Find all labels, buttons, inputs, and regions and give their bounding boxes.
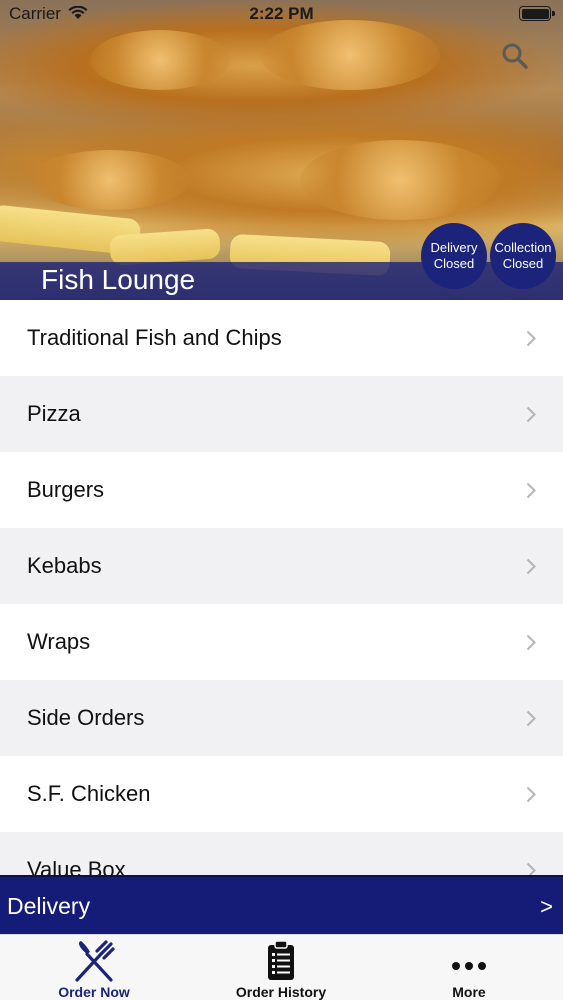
tab-order-now-label: Order Now [58, 984, 130, 1000]
delivery-status-badge: Delivery Closed [421, 223, 487, 289]
category-label: Pizza [27, 401, 81, 426]
chevron-right-icon [526, 786, 536, 803]
fork-knife-icon [75, 940, 115, 982]
restaurant-name: Fish Lounge [41, 264, 196, 295]
collection-status-badge: Collection Closed [490, 223, 556, 289]
search-icon[interactable] [501, 42, 529, 70]
tab-more[interactable]: More [375, 935, 563, 1000]
tab-order-now[interactable]: Order Now [0, 935, 188, 1000]
category-label: Wraps [27, 629, 91, 654]
delivery-mode-label: Delivery [7, 893, 91, 919]
delivery-mode-bar[interactable]: Delivery > [0, 875, 563, 934]
clock-time: 2:22 PM [249, 4, 314, 23]
tab-bar: Order Now Order History More [0, 934, 563, 1000]
category-row-traditional-fish-and-chips[interactable]: Traditional Fish and Chips [0, 300, 563, 376]
category-label: Side Orders [27, 705, 145, 730]
category-row-burgers[interactable]: Burgers [0, 452, 563, 528]
chevron-right-icon [526, 406, 536, 423]
chevron-right-icon [526, 634, 536, 651]
chevron-right-icon [526, 330, 536, 347]
category-label: Traditional Fish and Chips [27, 325, 282, 350]
delivery-status-label: Delivery [430, 240, 478, 255]
category-label: Burgers [27, 477, 105, 502]
clipboard-list-icon [268, 940, 294, 980]
category-label: Kebabs [27, 553, 102, 578]
more-dots-icon [452, 962, 486, 970]
category-row-wraps[interactable]: Wraps [0, 604, 563, 680]
delivery-status-value: Closed [433, 256, 475, 271]
category-label: S.F. Chicken [27, 781, 151, 806]
battery-icon [519, 6, 555, 21]
chevron-right-icon [526, 710, 536, 727]
category-row-pizza[interactable]: Pizza [0, 376, 563, 452]
chevron-right-icon [526, 482, 536, 499]
collection-status-value: Closed [502, 256, 544, 271]
chevron-right-icon [526, 862, 536, 875]
delivery-arrow-icon: > [540, 894, 553, 919]
tab-order-history[interactable]: Order History [187, 935, 375, 1000]
tab-order-history-label: Order History [235, 984, 327, 1000]
category-row-kebabs[interactable]: Kebabs [0, 528, 563, 604]
chevron-right-icon [526, 558, 536, 575]
category-row-value-box[interactable]: Value Box [0, 832, 563, 875]
category-row-sf-chicken[interactable]: S.F. Chicken [0, 756, 563, 832]
category-list[interactable]: Traditional Fish and Chips Pizza Burgers… [0, 300, 563, 875]
collection-status-label: Collection [494, 240, 552, 255]
category-row-side-orders[interactable]: Side Orders [0, 680, 563, 756]
tab-more-label: More [452, 984, 486, 1000]
category-label: Value Box [27, 857, 126, 875]
status-bar: Carrier 2:22 PM [0, 0, 563, 28]
